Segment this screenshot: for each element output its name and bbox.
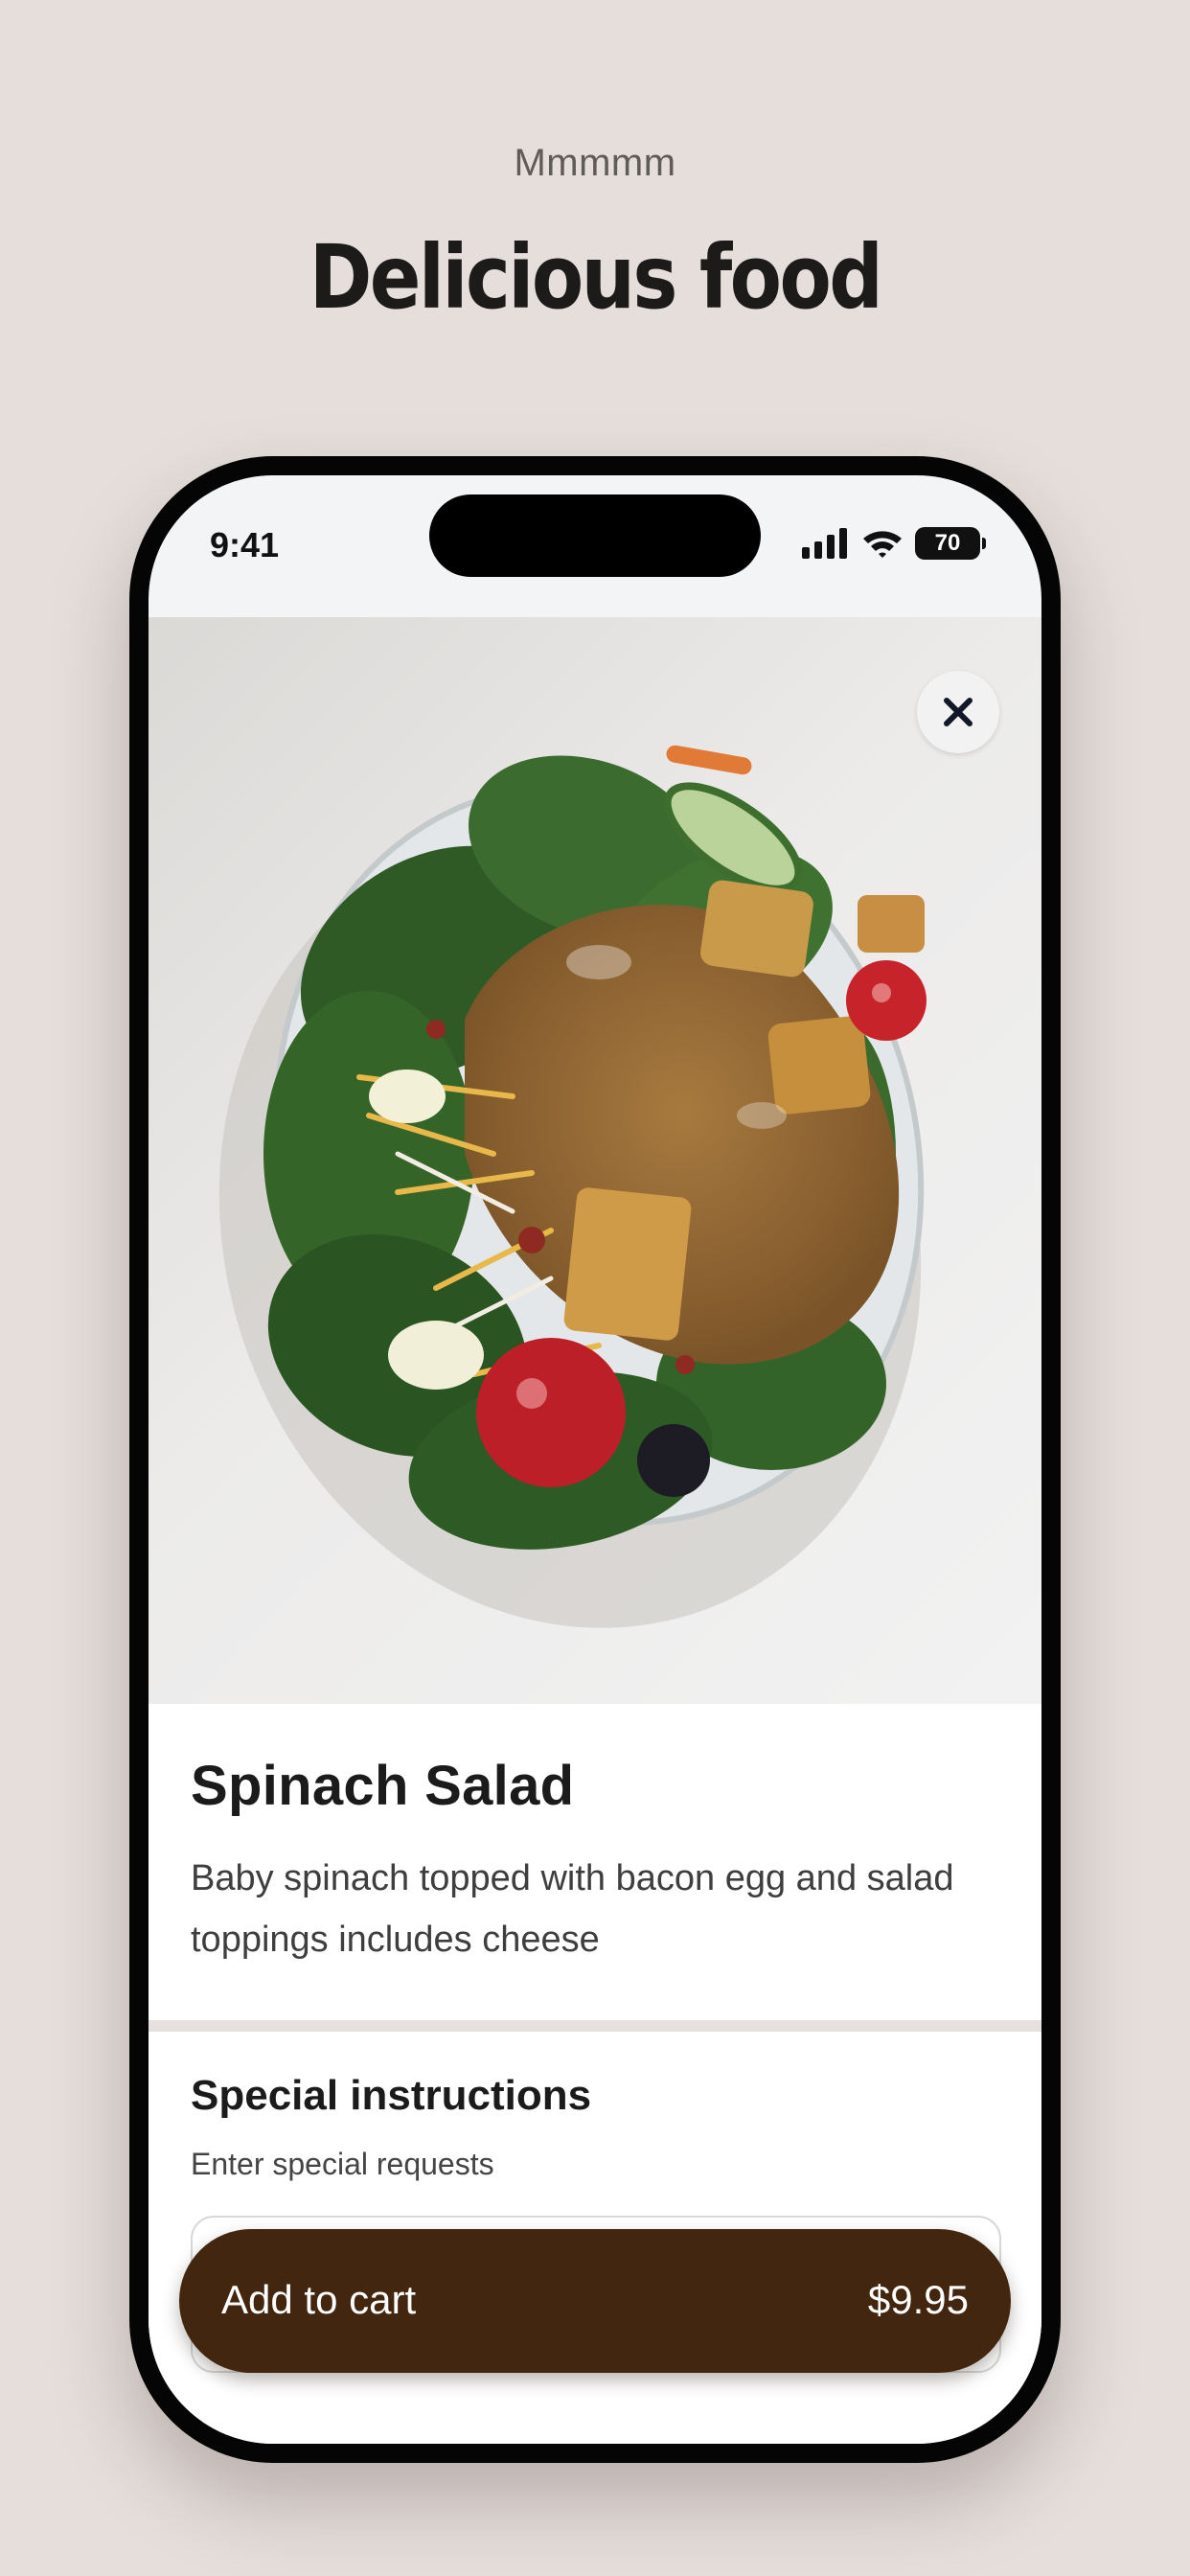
item-description: Baby spinach topped with bacon egg and s… — [191, 1858, 954, 1960]
wifi-icon — [863, 531, 902, 558]
special-instructions-title: Special instructions — [191, 2072, 592, 2119]
add-to-cart-price: $9.95 — [867, 2277, 969, 2322]
close-button[interactable] — [917, 671, 999, 753]
salad-illustration — [218, 745, 927, 1628]
battery-level: 70 — [934, 530, 961, 556]
status-time: 9:41 — [210, 525, 280, 564]
spinach-salad-photo — [149, 617, 1041, 1704]
add-to-cart-button[interactable]: Add to cart $9.95 — [179, 2229, 1011, 2373]
battery-icon: 70 — [915, 527, 986, 560]
item-details: Spinach Salad Baby spinach topped with b… — [149, 1704, 1041, 2020]
section-divider — [149, 2020, 1041, 2032]
cellular-signal-icon — [802, 528, 847, 559]
phone-frame: 9:41 70 Spinach Salad Baby spinach toppe… — [129, 456, 1061, 2463]
special-instructions-hint: Enter special requests — [191, 2147, 494, 2181]
status-bar: 9:41 70 — [149, 475, 1041, 619]
dynamic-island — [429, 494, 761, 577]
status-icons: 70 — [802, 527, 986, 560]
phone-screen: 9:41 70 Spinach Salad Baby spinach toppe… — [149, 475, 1041, 2444]
item-name: Spinach Salad — [191, 1755, 575, 1817]
promo-subtitle: Mmmmm — [514, 142, 676, 184]
close-icon — [944, 698, 973, 726]
add-to-cart-label: Add to cart — [221, 2277, 417, 2322]
promo-title: Delicious food — [309, 226, 883, 329]
